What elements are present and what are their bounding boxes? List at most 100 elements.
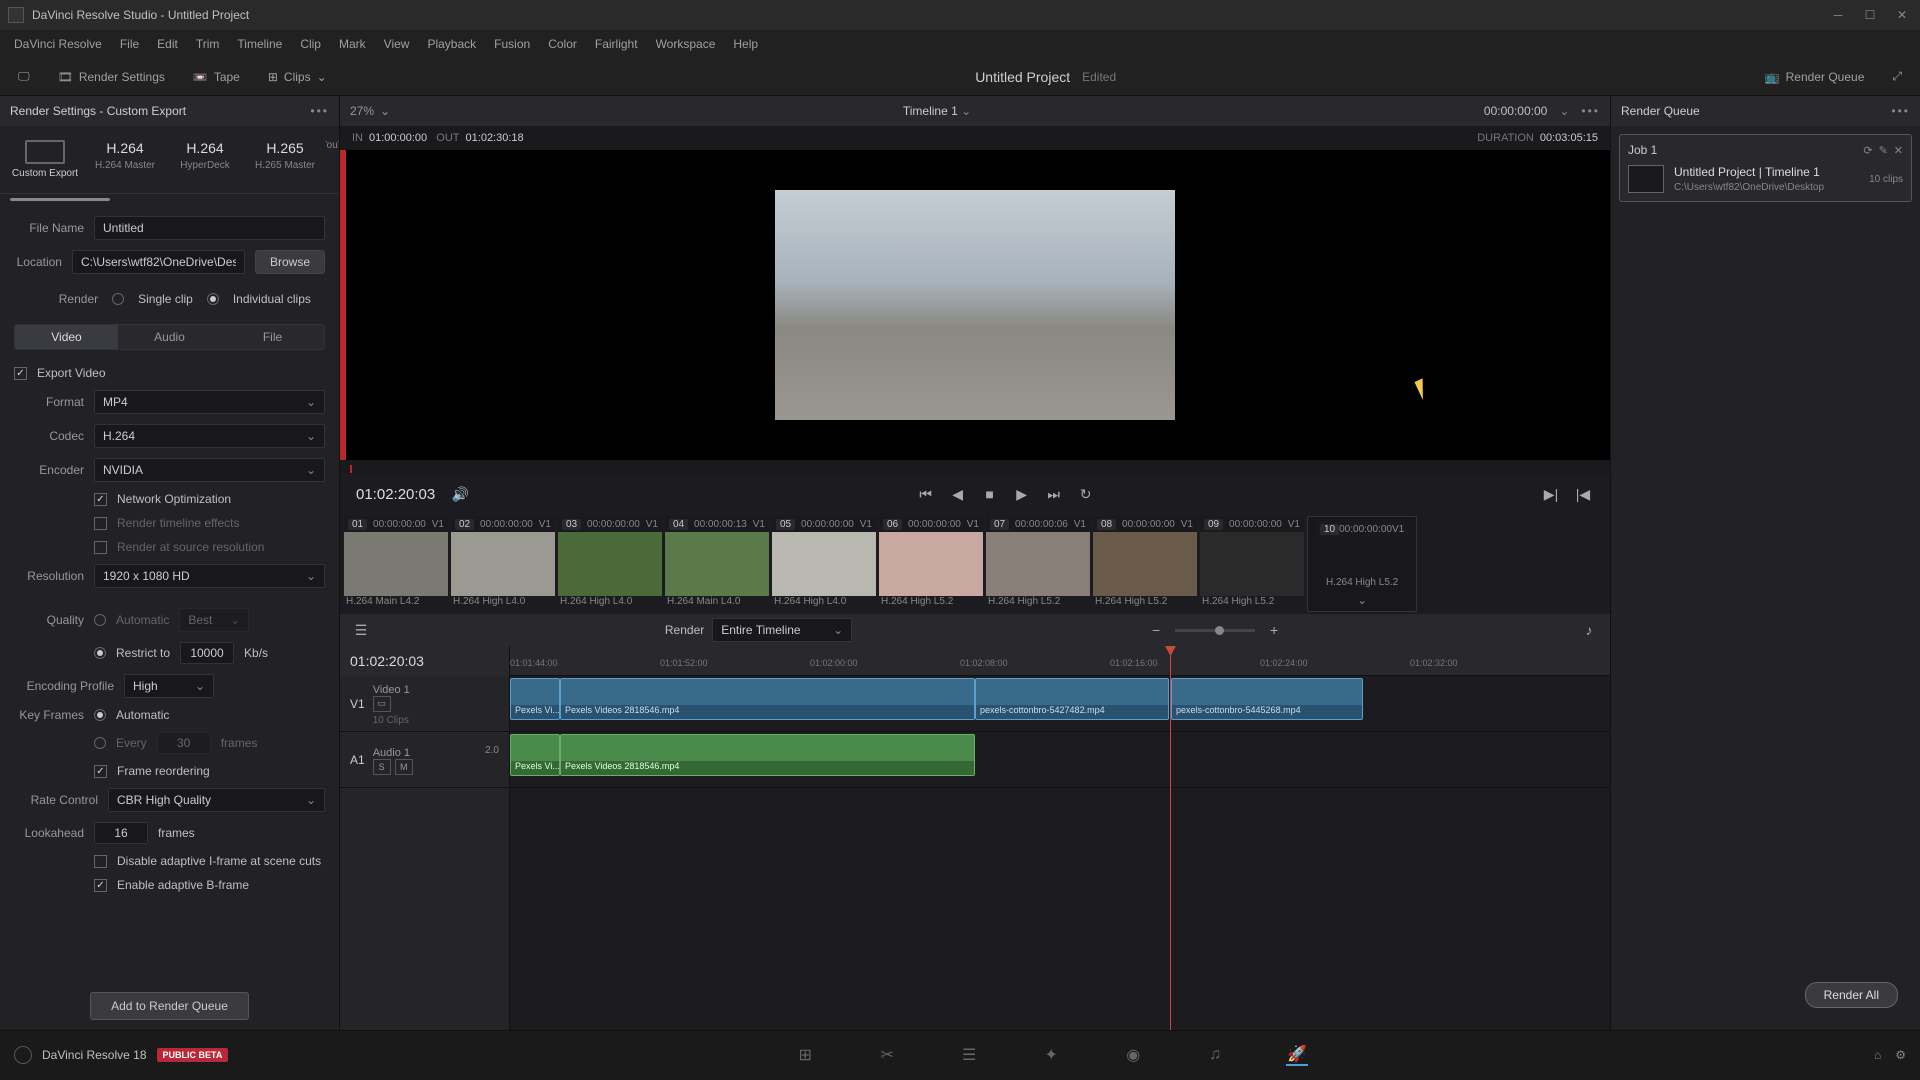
menu-fairlight[interactable]: Fairlight — [587, 33, 646, 55]
menu-help[interactable]: Help — [725, 33, 766, 55]
encoding-profile-select[interactable]: High — [124, 674, 214, 698]
preset-h264-master[interactable]: H.264H.264 Master — [86, 134, 164, 185]
queue-menu-icon[interactable]: ••• — [1891, 104, 1910, 118]
clip-thumb[interactable]: 0500:00:00:00V1H.264 High L4.0 — [772, 516, 876, 612]
header-dropdown-icon[interactable]: ⌄ — [1559, 104, 1569, 118]
menu-workspace[interactable]: Workspace — [648, 33, 724, 55]
clip-thumb[interactable]: 0400:00:00:13V1H.264 Main L4.0 — [665, 516, 769, 612]
zoom-value[interactable]: 27% — [350, 104, 374, 118]
clip-thumb[interactable]: 0200:00:00:00V1H.264 High L4.0 — [451, 516, 555, 612]
fairlight-page-icon[interactable]: ♫ — [1204, 1044, 1226, 1066]
menu-playback[interactable]: Playback — [419, 33, 484, 55]
menu-edit[interactable]: Edit — [149, 33, 186, 55]
video-track-header[interactable]: V1 Video 1▭ 10 Clips — [340, 676, 509, 732]
audio-clip[interactable]: Pexels Videos 2818546.mp4 — [560, 734, 975, 776]
preset-hyperdeck[interactable]: H.264HyperDeck — [166, 134, 244, 185]
individual-clips-radio[interactable] — [207, 293, 219, 305]
next-clip-button[interactable]: ▶| — [1540, 483, 1562, 505]
kbps-input[interactable] — [180, 642, 234, 664]
close-button[interactable]: ✕ — [1892, 5, 1912, 25]
job-refresh-icon[interactable]: ⟳ — [1863, 144, 1872, 157]
resolution-select[interactable]: 1920 x 1080 HD — [94, 564, 325, 588]
tape-button[interactable]: 📼 Tape — [185, 66, 248, 88]
color-page-icon[interactable]: ◉ — [1122, 1044, 1144, 1066]
zoom-out-button[interactable]: − — [1145, 619, 1167, 641]
settings-icon[interactable]: ⚙ — [1895, 1048, 1906, 1062]
export-video-checkbox[interactable] — [14, 367, 27, 380]
clip-thumb[interactable]: 0900:00:00:00V1H.264 High L5.2 — [1200, 516, 1304, 612]
panel-menu-icon[interactable]: ••• — [310, 104, 329, 118]
clip-thumb[interactable]: 0300:00:00:00V1H.264 High L4.0 — [558, 516, 662, 612]
video-clip[interactable]: pexels-cottonbro-5445268.mp4 — [1171, 678, 1363, 720]
solo-button[interactable]: S — [373, 759, 391, 775]
menu-fusion[interactable]: Fusion — [486, 33, 538, 55]
preset-youtube[interactable]: YouT... — [326, 134, 340, 185]
play-button[interactable]: ▶ — [1011, 483, 1033, 505]
video-clip[interactable]: Pexels Videos 2818546.mp4 — [560, 678, 975, 720]
net-opt-checkbox[interactable] — [94, 493, 107, 506]
render-all-button[interactable]: Render All — [1805, 982, 1898, 1008]
lookahead-input[interactable] — [94, 822, 148, 844]
video-clip[interactable]: pexels-cottonbro-5427482.mp4 — [975, 678, 1169, 720]
home-icon[interactable]: ⌂ — [1874, 1048, 1881, 1062]
minimize-button[interactable]: ─ — [1828, 5, 1848, 25]
render-queue-button[interactable]: 📺 Render Queue — [1757, 66, 1873, 88]
track-lock-icon[interactable]: ▭ — [373, 696, 391, 712]
encoder-select[interactable]: NVIDIA — [94, 458, 325, 482]
monitor-icon[interactable]: 🖵 — [10, 65, 38, 88]
audio-meters-icon[interactable]: ♪ — [1578, 619, 1600, 641]
menu-timeline[interactable]: Timeline — [229, 33, 290, 55]
clip-thumb[interactable]: 0100:00:00:00V1H.264 Main L4.2 — [344, 516, 448, 612]
video-clip[interactable]: Pexels Vi... — [510, 678, 560, 720]
zoom-in-button[interactable]: + — [1263, 619, 1285, 641]
deliver-page-icon[interactable]: 🚀 — [1286, 1044, 1308, 1066]
preset-h265-master[interactable]: H.265H.265 Master — [246, 134, 324, 185]
menu-trim[interactable]: Trim — [188, 33, 228, 55]
timeline-dropdown-icon[interactable]: ⌄ — [961, 104, 971, 118]
quality-auto-radio[interactable] — [94, 614, 106, 626]
cut-page-icon[interactable]: ✂ — [876, 1044, 898, 1066]
out-value[interactable]: 01:02:30:18 — [466, 132, 524, 144]
viewer-scrubber[interactable] — [340, 460, 1610, 474]
timeline-view-icon[interactable]: ☰ — [350, 619, 372, 641]
job-close-icon[interactable]: ✕ — [1894, 144, 1903, 157]
video-track-lane[interactable]: Pexels Vi...Pexels Videos 2818546.mp4pex… — [510, 676, 1610, 732]
menu-clip[interactable]: Clip — [292, 33, 329, 55]
render-effects-checkbox[interactable] — [94, 517, 107, 530]
clips-button[interactable]: ⊞ Clips ⌄ — [260, 66, 335, 88]
media-page-icon[interactable]: ⊞ — [794, 1044, 816, 1066]
tab-file[interactable]: File — [221, 325, 324, 349]
fusion-page-icon[interactable]: ✦ — [1040, 1044, 1062, 1066]
last-frame-button[interactable]: ⏭ — [1043, 483, 1065, 505]
maximize-button[interactable]: ☐ — [1860, 5, 1880, 25]
zoom-dropdown-icon[interactable]: ⌄ — [380, 104, 390, 118]
render-job[interactable]: Job 1⟳✎✕ Untitled Project | Timeline 1C:… — [1619, 134, 1912, 202]
playhead[interactable] — [1170, 646, 1171, 1030]
mute-button[interactable]: M — [395, 759, 413, 775]
rate-control-select[interactable]: CBR High Quality — [108, 788, 325, 812]
menu-color[interactable]: Color — [540, 33, 585, 55]
viewer-menu-icon[interactable]: ••• — [1581, 104, 1600, 118]
clip-thumb[interactable]: 0600:00:00:00V1H.264 High L5.2 — [879, 516, 983, 612]
location-input[interactable] — [72, 250, 245, 274]
clip-thumb[interactable]: 0800:00:00:00V1H.264 High L5.2 — [1093, 516, 1197, 612]
prev-clip-button[interactable]: |◀ — [1572, 483, 1594, 505]
stop-button[interactable]: ■ — [979, 483, 1001, 505]
preset-custom[interactable]: Custom Export — [6, 134, 84, 185]
zoom-slider[interactable] — [1175, 629, 1255, 632]
codec-select[interactable]: H.264 — [94, 424, 325, 448]
filename-input[interactable] — [94, 216, 325, 240]
timeline-name[interactable]: Timeline 1 — [903, 104, 958, 118]
keyframes-every-radio[interactable] — [94, 737, 106, 749]
menu-mark[interactable]: Mark — [331, 33, 374, 55]
render-scope-select[interactable]: Entire Timeline — [712, 618, 852, 642]
viewer[interactable] — [340, 150, 1610, 460]
audio-track-lane[interactable]: Pexels Vi...Pexels Videos 2818546.mp4 — [510, 732, 1610, 788]
menu-resolve[interactable]: DaVinci Resolve — [6, 33, 110, 55]
audio-clip[interactable]: Pexels Vi... — [510, 734, 560, 776]
job-edit-icon[interactable]: ✎ — [1879, 144, 1888, 157]
volume-icon[interactable]: 🔊 — [449, 483, 471, 505]
preset-scrollbar[interactable] — [10, 198, 329, 202]
disable-iframe-checkbox[interactable] — [94, 855, 107, 868]
clip-thumb[interactable]: 1000:00:00:00V1H.264 High L5.2 — [1307, 516, 1417, 612]
